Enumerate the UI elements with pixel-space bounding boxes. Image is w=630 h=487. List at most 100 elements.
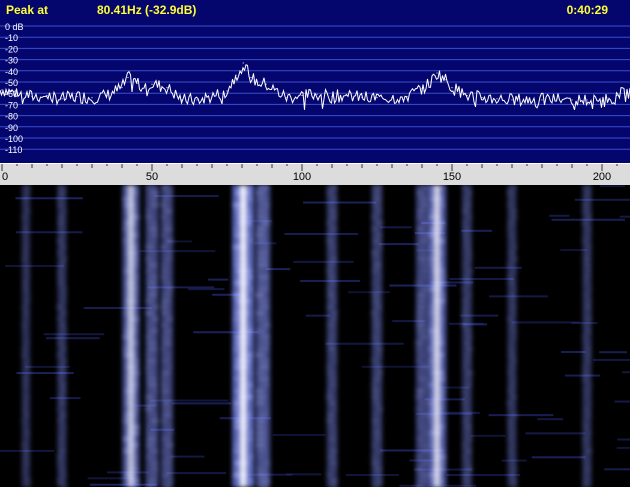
waterfall-streak xyxy=(600,185,626,188)
spectrum-point xyxy=(136,82,138,84)
spectrum-point xyxy=(556,98,558,100)
spectrum-point xyxy=(226,90,228,92)
y-tick-label: -10 xyxy=(5,33,18,43)
spectrum-point xyxy=(166,87,168,89)
spectrum-point xyxy=(235,74,237,76)
waterfall-streak xyxy=(272,433,326,436)
spectrum-analyzer-window: 0 dB -10 -20 -30 -40 -50 -60 -70 -80 -90 -100 -110 … xyxy=(0,0,630,487)
waterfall-band xyxy=(144,185,160,487)
waterfall-streak xyxy=(293,260,354,263)
spectrum-point xyxy=(430,81,432,83)
waterfall-streak xyxy=(43,333,105,336)
waterfall-streak xyxy=(593,358,630,361)
waterfall-streak xyxy=(489,295,548,298)
spectrum-point xyxy=(316,93,318,95)
spectrum-point xyxy=(616,94,618,97)
waterfall-streak xyxy=(614,400,630,403)
waterfall-streak xyxy=(488,414,554,417)
spectrum-point xyxy=(127,76,129,79)
spectrum-point xyxy=(46,94,48,97)
waterfall-chart xyxy=(0,185,630,487)
waterfall-streak xyxy=(284,232,359,235)
spectrum-point xyxy=(436,72,438,74)
waterfall-streak xyxy=(449,277,514,280)
waterfall-band xyxy=(255,185,271,487)
waterfall-streak xyxy=(525,432,586,435)
spectrum-point xyxy=(301,94,303,97)
waterfall-streak xyxy=(305,314,331,317)
waterfall-band xyxy=(232,185,255,487)
waterfall-streak xyxy=(166,472,227,475)
status-bar: Peak at 80.41Hz (-32.9dB) 0:40:29 xyxy=(0,0,630,22)
spectrum-point xyxy=(526,99,528,101)
spectrum-point xyxy=(61,98,63,100)
spectrum-plot[interactable]: 0 dB -10 -20 -30 -40 -50 -60 -70 -80 -90 -100 -110 … xyxy=(0,0,630,163)
waterfall-streak xyxy=(619,215,630,218)
y-tick-label: -80 xyxy=(5,112,18,122)
waterfall-streak xyxy=(5,265,64,268)
waterfall-band xyxy=(122,185,140,487)
waterfall-streak xyxy=(303,201,377,204)
spectrum-point xyxy=(586,99,588,101)
spectrum-point xyxy=(91,97,93,99)
spectrum-trace xyxy=(0,64,630,111)
waterfall-band xyxy=(159,185,174,487)
waterfall-band xyxy=(460,185,474,487)
spectrum-point xyxy=(466,94,468,97)
frequency-axis-chart: 0 50 100 150 200 xyxy=(1,164,618,183)
waterfall-streak xyxy=(549,214,570,217)
y-tick-label: -90 xyxy=(5,123,18,133)
y-tick-label: -50 xyxy=(5,78,18,88)
y-tick-label: -40 xyxy=(5,67,18,77)
waterfall-streak xyxy=(171,402,232,405)
x-tick-label: 100 xyxy=(293,171,311,183)
spectrum-point xyxy=(481,97,483,99)
spectrum-point xyxy=(406,95,408,98)
peak-readout: 80.41Hz (-32.9dB) xyxy=(97,3,197,17)
waterfall-streak xyxy=(604,468,630,471)
spectrum-chart: 0 dB-10-20-30-40-50-60-70-80-90-100-110 xyxy=(0,22,630,155)
spectrum-point xyxy=(451,87,453,89)
y-tick-label: -30 xyxy=(5,56,18,66)
spectrum-point xyxy=(250,76,252,79)
y-tick-label: 0 dB xyxy=(5,22,24,32)
waterfall-streak xyxy=(378,243,419,246)
waterfall-streak xyxy=(622,371,630,374)
waterfall-display[interactable] xyxy=(0,185,630,487)
x-tick-label: 0 xyxy=(2,171,8,183)
y-tick-label: -20 xyxy=(5,44,18,54)
spectrum-point xyxy=(571,99,573,101)
waterfall-streak xyxy=(470,434,506,437)
y-tick-label: -70 xyxy=(5,100,18,110)
waterfall-streak xyxy=(537,418,564,421)
spectrum-point xyxy=(601,100,603,102)
waterfall-band xyxy=(581,185,593,487)
spectrum-point xyxy=(445,79,447,81)
y-tick-label: -100 xyxy=(5,134,23,144)
spectrum-point xyxy=(242,62,244,64)
waterfall-band xyxy=(415,185,430,487)
y-tick-label: -110 xyxy=(5,145,22,155)
peak-label: Peak at xyxy=(6,3,49,17)
elapsed-time: 0:40:29 xyxy=(566,3,608,17)
spectrum-point xyxy=(361,97,363,99)
spectrum-point xyxy=(496,98,498,100)
x-tick-label: 150 xyxy=(443,171,461,183)
spectrum-point xyxy=(421,88,423,90)
waterfall-band xyxy=(325,185,339,487)
waterfall-streak xyxy=(170,455,205,458)
spectrum-point xyxy=(151,83,153,85)
waterfall-band xyxy=(506,185,518,487)
spectrum-point xyxy=(31,95,33,98)
spectrum-point xyxy=(286,97,288,99)
frequency-axis: 0 50 100 150 200 xyxy=(0,163,630,185)
waterfall-streak xyxy=(348,291,390,294)
spectrum-point xyxy=(196,99,198,101)
waterfall-streak xyxy=(188,288,225,291)
spectrum-point xyxy=(106,94,108,97)
spectrum-point xyxy=(181,99,183,101)
spectrum-point xyxy=(541,99,543,101)
waterfall-streak xyxy=(511,321,580,324)
waterfall-streak xyxy=(561,351,586,354)
spectrum-point xyxy=(376,97,378,99)
